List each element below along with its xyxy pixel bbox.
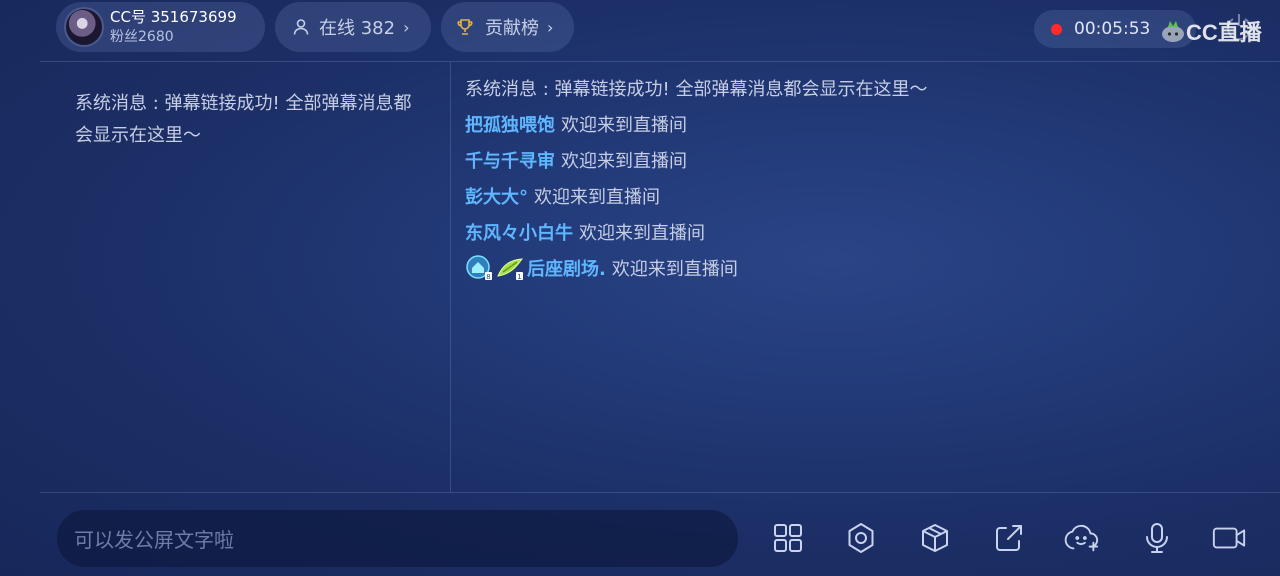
system-message-row: 系统消息 : 弹幕链接成功! 全部弹幕消息都会显示在这里～ <box>465 70 1265 106</box>
chat-message: 把孤独喂饱 欢迎来到直播间 <box>465 106 1265 142</box>
system-message: 系统消息 : 弹幕链接成功! 全部弹幕消息都会显示在这里～ <box>465 79 928 100</box>
danmaku-chat-list[interactable]: 系统消息 : 弹幕链接成功! 全部弹幕消息都会显示在这里～ 把孤独喂饱 欢迎来到… <box>465 70 1265 286</box>
video-camera-icon <box>1212 527 1246 549</box>
user-icon <box>293 19 309 35</box>
left-system-message: 系统消息 : 弹幕链接成功! 全部弹幕消息都会显示在这里～ <box>75 93 412 146</box>
panel-divider <box>450 62 451 492</box>
noble-badge-icon: 8 <box>465 254 493 282</box>
streamer-profile[interactable]: CC号 351673699 粉丝2680 <box>56 2 265 52</box>
top-divider <box>40 61 1280 62</box>
top-bar: CC号 351673699 粉丝2680 在线 382 › 贡献榜 › 00:0… <box>0 0 1280 60</box>
avatar[interactable] <box>64 7 104 47</box>
chevron-right-icon: › <box>547 17 554 37</box>
power-icon[interactable] <box>1222 10 1256 44</box>
online-count: 在线 382 <box>319 18 396 39</box>
chat-username[interactable]: 东风々小白牛 <box>465 219 573 245</box>
chat-text: 欢迎来到直播间 <box>579 223 705 244</box>
chat-message: 8 1 后座剧场. 欢迎来到直播间 <box>465 250 1265 286</box>
record-dot-icon <box>1051 23 1062 35</box>
chat-username[interactable]: 把孤独喂饱 <box>465 111 555 137</box>
contribution-rank-button[interactable]: 贡献榜 › <box>441 2 574 52</box>
svg-text:1: 1 <box>517 273 521 281</box>
camera-button[interactable] <box>1211 520 1247 556</box>
cc-id: CC号 351673699 <box>110 8 237 26</box>
fans-count: 粉丝2680 <box>110 29 174 45</box>
bottom-bar: 可以发公屏文字啦 <box>0 493 1280 576</box>
microphone-icon <box>1146 523 1168 553</box>
microphone-button[interactable] <box>1139 520 1175 556</box>
timer-value: 00:05:53 <box>1074 19 1151 39</box>
settings-gear-icon <box>848 523 874 553</box>
apps-grid-button[interactable] <box>770 520 806 556</box>
chat-text: 欢迎来到直播间 <box>534 187 660 208</box>
chat-username[interactable]: 彭大大° <box>465 183 528 209</box>
chat-message: 东风々小白牛 欢迎来到直播间 <box>465 214 1265 250</box>
chat-username[interactable]: 后座剧场. <box>527 255 606 281</box>
emoji-button[interactable] <box>1064 520 1100 556</box>
apps-grid-icon <box>774 524 802 552</box>
chat-text: 欢迎来到直播间 <box>561 151 687 172</box>
share-icon <box>996 525 1022 551</box>
svg-text:8: 8 <box>486 273 490 281</box>
chat-username[interactable]: 千与千寻审 <box>465 147 555 173</box>
chat-message: 彭大大° 欢迎来到直播间 <box>465 178 1265 214</box>
share-button[interactable] <box>991 520 1027 556</box>
chat-text: 欢迎来到直播间 <box>561 115 687 136</box>
chat-text: 欢迎来到直播间 <box>611 259 738 280</box>
emoji-add-icon <box>1064 524 1099 552</box>
chevron-right-icon: › <box>403 17 410 37</box>
profile-text: CC号 351673699 粉丝2680 <box>110 7 237 47</box>
input-placeholder: 可以发公屏文字啦 <box>74 528 234 552</box>
trophy-icon <box>457 19 473 35</box>
mascot-icon <box>1162 21 1184 42</box>
fan-badge-icon: 1 <box>495 254 525 282</box>
contribution-label: 贡献榜 <box>485 18 539 39</box>
box-icon <box>922 524 948 552</box>
gift-box-button[interactable] <box>917 520 953 556</box>
danmaku-input[interactable]: 可以发公屏文字啦 <box>57 510 738 567</box>
chat-message: 千与千寻审 欢迎来到直播间 <box>465 142 1265 178</box>
settings-button[interactable] <box>843 520 879 556</box>
online-count-button[interactable]: 在线 382 › <box>275 2 431 52</box>
